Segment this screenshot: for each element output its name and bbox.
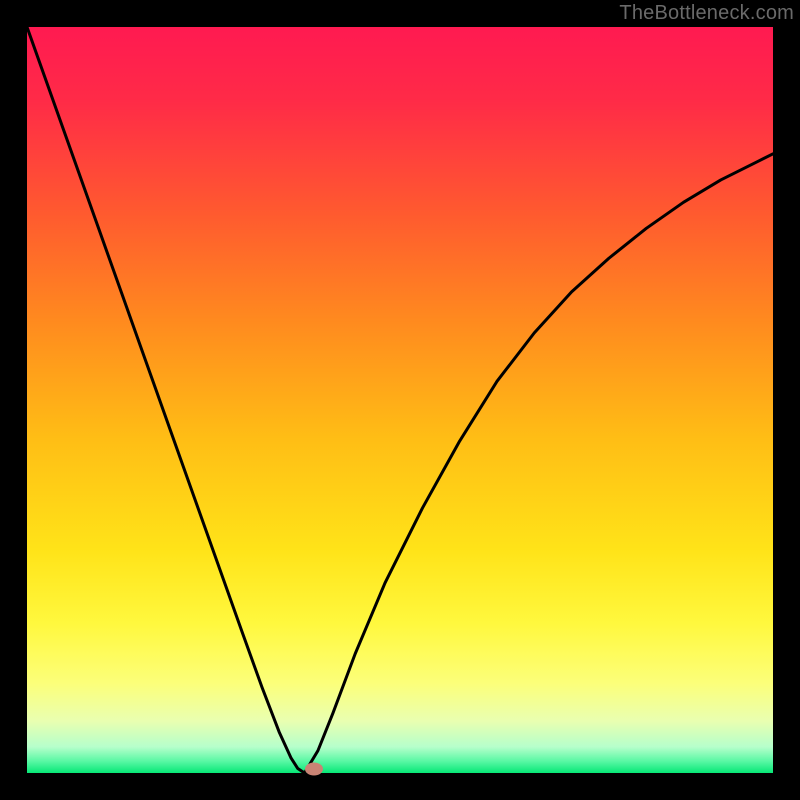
watermark-text: TheBottleneck.com bbox=[619, 2, 794, 25]
plot-area bbox=[27, 27, 773, 773]
chart-frame bbox=[27, 27, 773, 773]
curve-left-branch bbox=[27, 27, 305, 773]
curve-layer bbox=[27, 27, 773, 773]
minimum-marker bbox=[305, 763, 323, 776]
curve-right-branch bbox=[305, 154, 773, 773]
